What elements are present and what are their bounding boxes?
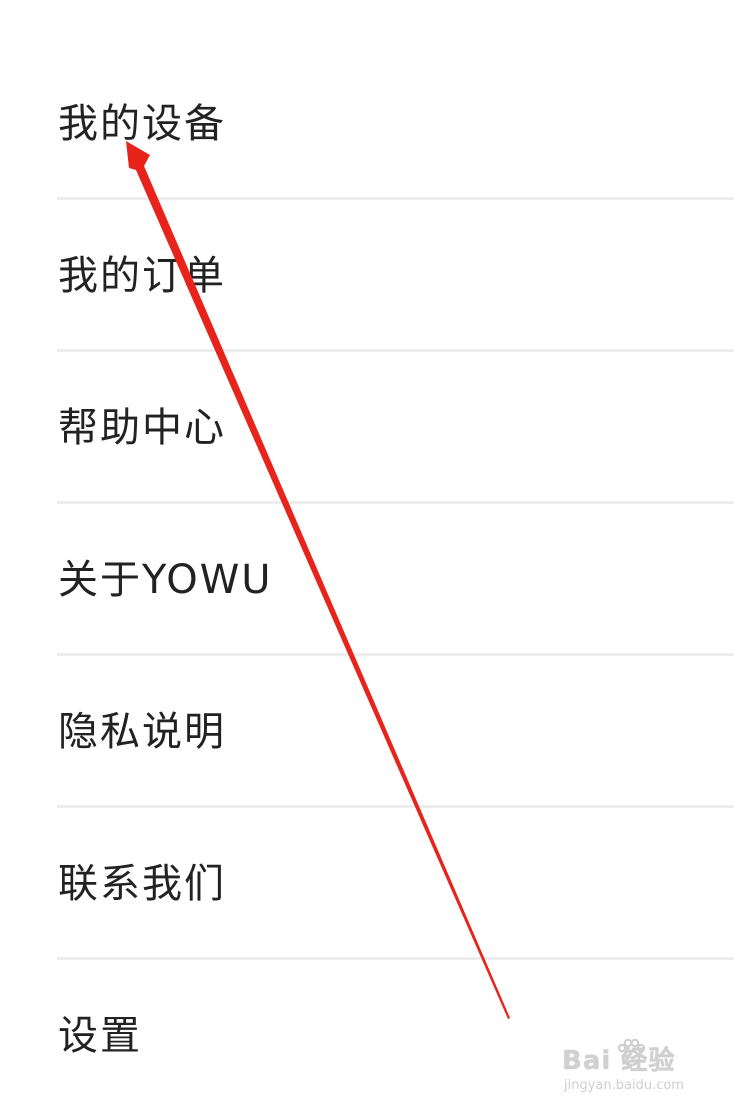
settings-menu: 我的设备 我的订单 帮助中心 关于YOWU 隐私说明 联系我们 设置	[0, 48, 734, 1112]
menu-item-help-center[interactable]: 帮助中心	[0, 352, 734, 504]
menu-item-my-orders[interactable]: 我的订单	[0, 200, 734, 352]
watermark-url: jingyan.baidu.com	[564, 1078, 684, 1093]
menu-item-label: 关于YOWU	[58, 557, 273, 603]
menu-item-label: 我的设备	[58, 101, 226, 147]
menu-item-my-devices[interactable]: 我的设备	[0, 48, 734, 200]
menu-item-label: 联系我们	[58, 861, 226, 907]
menu-item-label: 隐私说明	[58, 709, 226, 755]
menu-item-about[interactable]: 关于YOWU	[0, 504, 734, 656]
baidu-jingyan-watermark: Bai 经验 jingyan.baidu.com	[562, 1034, 722, 1104]
menu-item-label: 设置	[58, 1013, 142, 1059]
menu-item-label: 我的订单	[58, 253, 226, 299]
menu-item-contact-us[interactable]: 联系我们	[0, 808, 734, 960]
menu-item-privacy[interactable]: 隐私说明	[0, 656, 734, 808]
paw-icon	[617, 1038, 646, 1067]
menu-item-label: 帮助中心	[58, 405, 226, 451]
